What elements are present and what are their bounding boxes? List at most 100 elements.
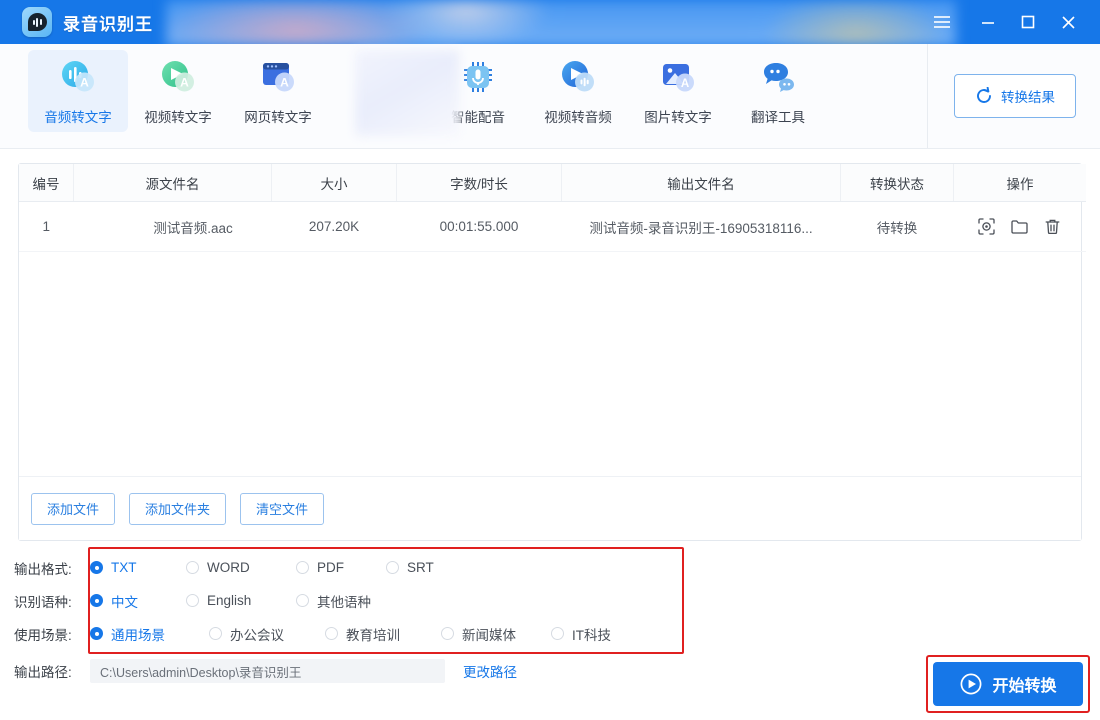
- column-header-duration: 字数/时长: [396, 164, 562, 202]
- add-file-button[interactable]: 添加文件: [31, 492, 116, 525]
- toolbar-item-label: 视频转音频: [544, 109, 612, 125]
- options-section: 输出格式: TXT WORD PDF SRT 识别语种: 中文 English …: [0, 547, 1082, 654]
- radio-label: 其他语种: [317, 594, 371, 610]
- toolbar-item-hidden-blurred[interactable]: [328, 50, 428, 132]
- radio-label: TXT: [111, 560, 137, 575]
- radio-label: WORD: [207, 560, 250, 575]
- main-toolbar: A 音频转文字 A 视频转文字 A 网页转文字 智能配音 视频转音频 A 图片转…: [0, 44, 1100, 149]
- recognition-language-label: 识别语种:: [14, 594, 72, 610]
- start-conversion-button[interactable]: 开始转换: [933, 662, 1083, 706]
- scene-option-office[interactable]: 办公会议: [209, 624, 325, 644]
- file-table: 编号 源文件名 大小 字数/时长 输出文件名 转换状态 操作 1 测试音频.aa…: [19, 164, 1086, 252]
- radio-dot: [186, 561, 199, 574]
- file-list-panel: 编号 源文件名 大小 字数/时长 输出文件名 转换状态 操作 1 测试音频.aa…: [18, 163, 1086, 541]
- cell-operations: [953, 201, 1086, 252]
- svg-text:A: A: [80, 75, 89, 89]
- maximize-icon[interactable]: [1008, 0, 1048, 44]
- radio-label: IT科技: [572, 627, 611, 643]
- toolbar-item-label: 图片转文字: [644, 109, 712, 125]
- delete-icon[interactable]: [1043, 217, 1062, 236]
- svg-text:A: A: [180, 75, 189, 89]
- add-folder-button[interactable]: 添加文件夹: [129, 492, 227, 525]
- format-option-word[interactable]: WORD: [186, 560, 296, 575]
- toolbar-item-image-to-text[interactable]: A 图片转文字: [628, 50, 728, 132]
- cell-output: 测试音频-录音识别王-16905318116...: [561, 201, 841, 252]
- translate-tool-icon: [758, 57, 798, 97]
- app-title: 录音识别王: [63, 14, 153, 34]
- svg-text:A: A: [280, 75, 289, 89]
- radio-dot: [386, 561, 399, 574]
- radio-dot: [90, 594, 103, 607]
- scene-option-general[interactable]: 通用场景: [90, 624, 209, 644]
- folder-icon[interactable]: [1010, 217, 1029, 236]
- radio-label: 教育培训: [346, 627, 400, 643]
- output-format-row: 输出格式: TXT WORD PDF SRT: [14, 551, 1082, 584]
- output-format-label: 输出格式:: [14, 561, 72, 577]
- conversion-result-button[interactable]: 转换结果: [954, 74, 1076, 118]
- svg-text:A: A: [681, 78, 689, 90]
- toolbar-item-label: 视频转文字: [144, 109, 212, 125]
- clear-files-button[interactable]: 清空文件: [240, 492, 325, 525]
- title-bar: 录音识别王: [0, 0, 1100, 44]
- cell-duration: 00:01:55.000: [396, 201, 562, 252]
- radio-label: PDF: [317, 560, 344, 575]
- image-to-text-icon: A: [658, 57, 698, 97]
- toolbar-right-area: 转换结果: [927, 44, 1076, 148]
- radio-dot: [90, 561, 103, 574]
- radio-dot: [325, 627, 338, 640]
- titlebar-blurred-overlay: [166, 0, 956, 44]
- toolbar-item-translate-tool[interactable]: 翻译工具: [728, 50, 828, 132]
- toolbar-item-label: 翻译工具: [751, 109, 805, 125]
- scene-option-it[interactable]: IT科技: [551, 624, 611, 644]
- radio-dot: [186, 594, 199, 607]
- start-conversion-label: 开始转换: [992, 678, 1057, 695]
- output-path-input[interactable]: [90, 659, 445, 683]
- scene-option-news[interactable]: 新闻媒体: [441, 624, 551, 644]
- cell-status: 待转换: [840, 201, 954, 252]
- file-panel-footer: 添加文件 添加文件夹 清空文件: [19, 476, 1081, 540]
- radio-label: 中文: [111, 594, 138, 610]
- close-icon[interactable]: [1048, 0, 1088, 44]
- language-option-other[interactable]: 其他语种: [296, 591, 371, 611]
- webpage-to-text-icon: A: [258, 57, 298, 97]
- column-header-status: 转换状态: [840, 164, 954, 202]
- radio-label: 新闻媒体: [462, 627, 516, 643]
- preview-icon[interactable]: [977, 217, 996, 236]
- toolbar-item-smart-dubbing[interactable]: 智能配音: [428, 50, 528, 132]
- smart-dubbing-icon: [458, 57, 498, 97]
- app-window: 录音识别王 A 音频转文字 A 视频转文字 A 网页转文字 智能配音 视频转音频…: [0, 0, 1100, 720]
- column-header-operations: 操作: [953, 164, 1086, 202]
- toolbar-item-audio-to-text[interactable]: A 音频转文字: [28, 50, 128, 132]
- hamburger-menu-icon[interactable]: [922, 0, 962, 44]
- video-to-audio-icon: [558, 57, 598, 97]
- toolbar-item-webpage-to-text[interactable]: A 网页转文字: [228, 50, 328, 132]
- speech-bubble-audio-icon: [22, 7, 52, 37]
- toolbar-item-label: 网页转文字: [244, 109, 312, 125]
- minimize-icon[interactable]: [968, 0, 1008, 44]
- column-header-output: 输出文件名: [561, 164, 841, 202]
- scene-option-education[interactable]: 教育培训: [325, 624, 441, 644]
- change-path-link[interactable]: 更改路径: [463, 661, 517, 681]
- radio-dot: [296, 594, 309, 607]
- recognition-language-row: 识别语种: 中文 English 其他语种: [14, 584, 1082, 617]
- app-logo-area: 录音识别王: [0, 7, 153, 37]
- column-header-source: 源文件名: [73, 164, 272, 202]
- radio-dot: [441, 627, 454, 640]
- format-option-srt[interactable]: SRT: [386, 560, 434, 575]
- toolbar-item-label: 智能配音: [451, 109, 505, 125]
- radio-dot: [296, 561, 309, 574]
- format-option-pdf[interactable]: PDF: [296, 560, 386, 575]
- start-button-area: 开始转换: [926, 655, 1090, 713]
- language-option-english[interactable]: English: [186, 593, 296, 608]
- table-row[interactable]: 1 测试音频.aac 207.20K 00:01:55.000 测试音频-录音识…: [19, 201, 1086, 252]
- conversion-result-label: 转换结果: [1001, 90, 1055, 105]
- cell-source: 测试音频.aac: [73, 201, 272, 252]
- toolbar-item-video-to-audio[interactable]: 视频转音频: [528, 50, 628, 132]
- toolbar-item-video-to-text[interactable]: A 视频转文字: [128, 50, 228, 132]
- column-header-no: 编号: [19, 164, 74, 202]
- output-path-label: 输出路径:: [14, 665, 72, 680]
- usage-scene-row: 使用场景: 通用场景 办公会议 教育培训 新闻媒体 IT科技: [14, 617, 1082, 650]
- format-option-txt[interactable]: TXT: [90, 560, 186, 575]
- radio-dot: [90, 627, 103, 640]
- language-option-chinese[interactable]: 中文: [90, 591, 186, 611]
